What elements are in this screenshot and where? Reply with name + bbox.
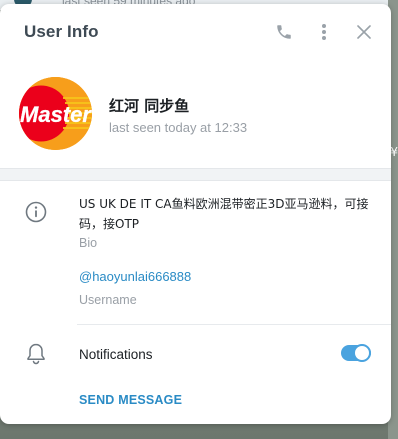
call-button[interactable]	[272, 20, 296, 44]
send-message-button[interactable]: SEND MESSAGE	[79, 393, 182, 407]
close-button[interactable]	[352, 20, 376, 44]
username-caption: Username	[79, 293, 137, 307]
dialog-title: User Info	[24, 22, 99, 41]
row-divider	[77, 324, 391, 325]
notifications-toggle[interactable]	[341, 344, 371, 362]
info-icon	[25, 201, 47, 223]
dialog-header: User Info	[0, 4, 391, 60]
username-link[interactable]: @haoyunlai666888	[79, 269, 191, 284]
notifications-label: Notifications	[79, 347, 153, 362]
user-info-dialog: User Info Master 红河 同步鱼 last seen today …	[0, 4, 391, 424]
toggle-knob	[353, 344, 371, 362]
more-button[interactable]	[312, 20, 336, 44]
profile-status: last seen today at 12:33	[109, 120, 248, 135]
bell-icon	[27, 343, 45, 365]
phone-icon	[277, 25, 291, 39]
background-right-char: ¥	[390, 145, 398, 159]
avatar-logo-text: Master	[20, 102, 92, 127]
bio-caption: Bio	[79, 236, 98, 250]
mastercard-logo: Master	[19, 77, 92, 150]
avatar[interactable]: Master	[19, 77, 92, 150]
profile-name: 红河 同步鱼	[109, 97, 190, 115]
more-vertical-icon	[322, 24, 326, 40]
section-divider	[0, 168, 391, 181]
close-icon	[357, 25, 371, 39]
bio-text: US UK DE IT CA鱼料欧洲混带密正3D亚马逊料，可接码，接OTP	[79, 197, 369, 231]
